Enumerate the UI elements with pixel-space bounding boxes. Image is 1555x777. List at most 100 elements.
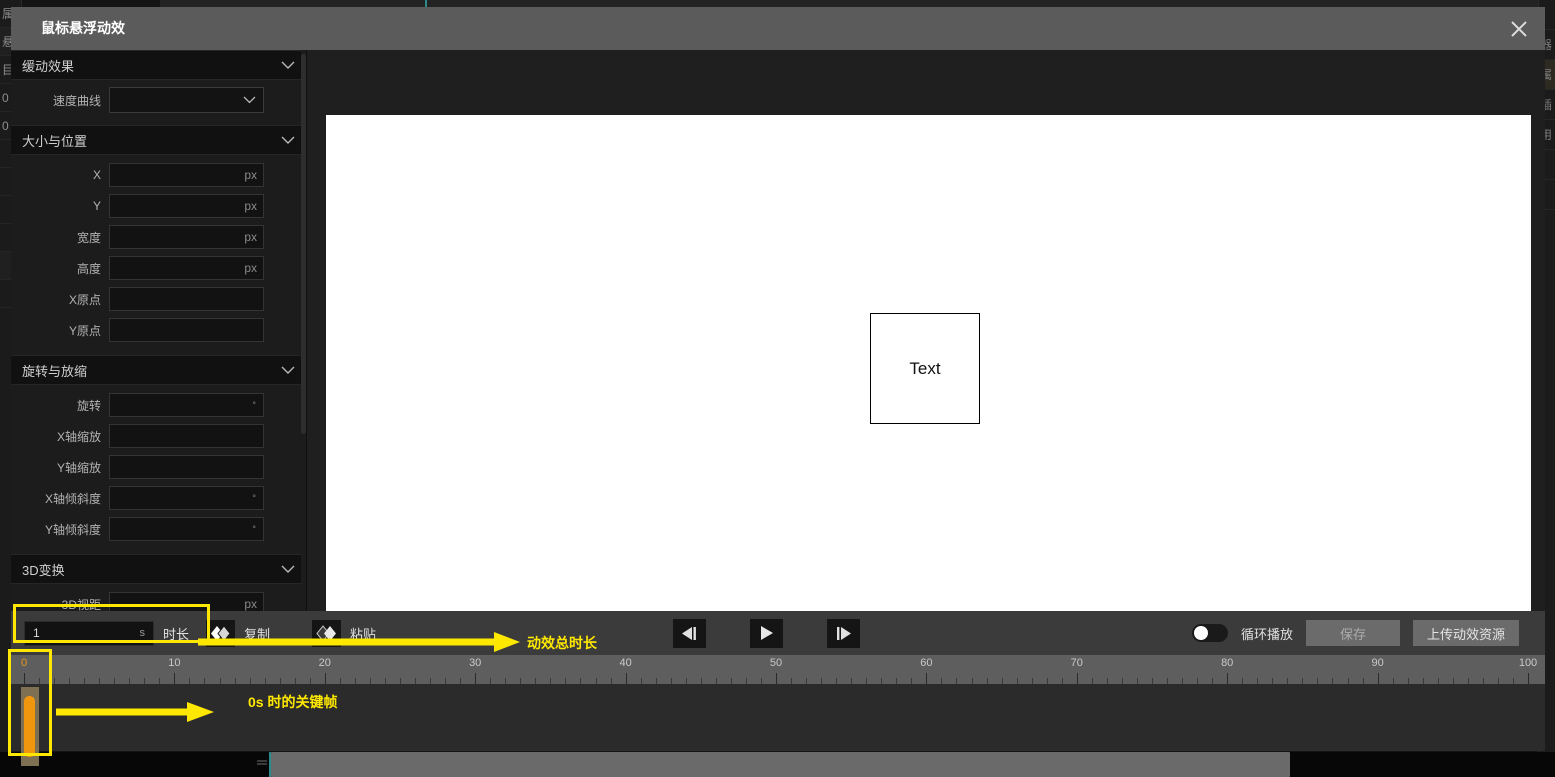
field-row-width: 宽度 px	[11, 223, 306, 251]
ruler-major-tick	[174, 673, 176, 684]
toolbar-right-group: 循环播放 保存 上传动效资源	[1191, 620, 1519, 646]
ruler-major-tick	[475, 673, 477, 684]
ruler-major-tick	[1377, 673, 1379, 684]
field-label: 旋转	[76, 398, 101, 413]
skew-x-input[interactable]: °	[109, 486, 264, 510]
chevron-down-icon[interactable]	[281, 366, 295, 375]
scale-x-input[interactable]	[109, 424, 264, 448]
ruler-tick-label: 60	[920, 657, 933, 669]
field-label: 宽度	[76, 230, 101, 245]
ruler-tick-label: 40	[619, 657, 632, 669]
properties-scrollbar-thumb[interactable]	[301, 54, 306, 434]
paste-button[interactable]: 粘贴	[312, 619, 376, 647]
timeline-track[interactable]	[11, 684, 1545, 766]
canvas-text-element[interactable]: Text	[870, 313, 980, 424]
upload-resource-button[interactable]: 上传动效资源	[1412, 620, 1519, 646]
section-body-easing: 速度曲线	[11, 80, 306, 125]
input-unit: px	[244, 168, 257, 182]
duration-value: 1	[33, 626, 40, 640]
loop-playback-label: 循环播放	[1240, 626, 1293, 642]
bottom-scrollbar-thumb[interactable]	[271, 752, 1290, 777]
field-label: Y轴倾斜度	[44, 522, 101, 537]
chevron-down-icon[interactable]	[281, 61, 295, 70]
field-label: 高度	[76, 261, 101, 276]
scale-y-input[interactable]	[109, 455, 264, 479]
field-row-y: Y px	[11, 192, 306, 220]
timeline-ruler[interactable]: 0 10 20 30 40 50 60 70 80 90 100	[11, 655, 1545, 684]
next-keyframe-icon[interactable]	[827, 618, 861, 648]
copy-label: 复制	[244, 626, 271, 642]
field-row-x-origin: X原点	[11, 285, 306, 313]
field-label: X轴缩放	[56, 429, 101, 444]
field-row-skew-y: Y轴倾斜度 °	[11, 515, 306, 543]
play-icon[interactable]	[750, 618, 784, 648]
section-title: 3D变换	[22, 562, 65, 578]
ruler-major-tick	[926, 673, 928, 684]
chevron-down-icon[interactable]	[281, 136, 295, 145]
field-label: X原点	[68, 292, 101, 307]
rotation-input[interactable]: °	[109, 393, 264, 417]
skew-y-input[interactable]: °	[109, 517, 264, 541]
x-input[interactable]: px	[109, 163, 264, 187]
field-label: 3D视距	[61, 597, 101, 612]
ruler-tick-label: 20	[318, 657, 331, 669]
timeline: 0 10 20 30 40 50 60 70 80 90 100	[11, 655, 1545, 766]
preview-canvas[interactable]: Text	[326, 115, 1531, 628]
field-label: X	[92, 168, 101, 182]
ruler-tick-label: 90	[1371, 657, 1384, 669]
dialog-body: 缓动效果 速度曲线 大小与位置 X px Y px 宽度 px 高度 px X原…	[11, 50, 1545, 766]
section-header-easing[interactable]: 缓动效果	[11, 50, 306, 80]
input-unit: px	[244, 199, 257, 213]
section-title: 大小与位置	[22, 133, 88, 149]
ruler-major-tick	[1528, 673, 1529, 684]
section-body-size-position: X px Y px 宽度 px 高度 px X原点 Y原点	[11, 155, 306, 355]
previous-keyframe-icon[interactable]	[673, 618, 707, 648]
ruler-tick-label: 0	[20, 657, 28, 669]
speed-curve-select[interactable]	[109, 87, 264, 113]
ruler-tick-label: 100	[1518, 657, 1538, 669]
height-input[interactable]: px	[109, 256, 264, 280]
input-unit: °	[252, 400, 256, 410]
field-label: Y	[92, 199, 101, 213]
field-label: Y轴缩放	[56, 460, 101, 475]
section-header-3d-transform[interactable]: 3D变换	[11, 554, 306, 584]
scrollbar-grip-icon	[257, 760, 267, 765]
ruler-tick-label: 30	[469, 657, 482, 669]
field-label: X轴倾斜度	[44, 491, 101, 506]
chevron-down-icon	[243, 96, 256, 104]
field-row-height: 高度 px	[11, 254, 306, 282]
ruler-tick-label: 10	[168, 657, 181, 669]
ruler-tick-label: 80	[1221, 657, 1234, 669]
keyframe-marker[interactable]	[24, 696, 35, 757]
ruler-tick-label: 50	[769, 657, 783, 669]
bottom-scrollbar-track[interactable]	[0, 752, 1555, 777]
loop-playback-toggle[interactable]	[1191, 624, 1228, 642]
y-input[interactable]: px	[109, 194, 264, 218]
copy-button[interactable]: 复制	[206, 619, 271, 647]
bottom-scrollbar-end	[1290, 752, 1555, 777]
field-label: Y原点	[68, 323, 101, 338]
duration-group: 1 s 时长	[24, 620, 189, 646]
ruler-major-tick	[625, 673, 627, 684]
canvas-text-label: Text	[909, 358, 941, 378]
dialog-header: 鼠标悬浮动效	[11, 7, 1545, 50]
duration-input[interactable]: 1 s	[24, 620, 154, 646]
y-origin-input[interactable]	[109, 318, 264, 342]
dialog-title: 鼠标悬浮动效	[41, 20, 125, 36]
ruler-major-tick	[24, 673, 25, 684]
width-input[interactable]: px	[109, 225, 264, 249]
field-row-scale-x: X轴缩放	[11, 422, 306, 450]
input-unit: px	[244, 261, 257, 275]
section-header-rotate-scale[interactable]: 旋转与放缩	[11, 355, 306, 385]
x-origin-input[interactable]	[109, 287, 264, 311]
section-header-size-position[interactable]: 大小与位置	[11, 125, 306, 155]
properties-list: 缓动效果 速度曲线 大小与位置 X px Y px 宽度 px 高度 px X原…	[11, 50, 306, 660]
ruler-major-tick	[1076, 673, 1078, 684]
input-unit: °	[252, 524, 256, 534]
hover-animation-dialog: 鼠标悬浮动效 缓动效果 速度曲线 大小与位置 X px Y px 宽度 px 高…	[11, 7, 1545, 766]
chevron-down-icon[interactable]	[281, 565, 295, 574]
save-button[interactable]: 保存	[1305, 620, 1400, 646]
toggle-knob	[1193, 626, 1208, 640]
close-icon[interactable]	[1502, 12, 1536, 45]
field-row-speed-curve: 速度曲线	[11, 86, 306, 114]
